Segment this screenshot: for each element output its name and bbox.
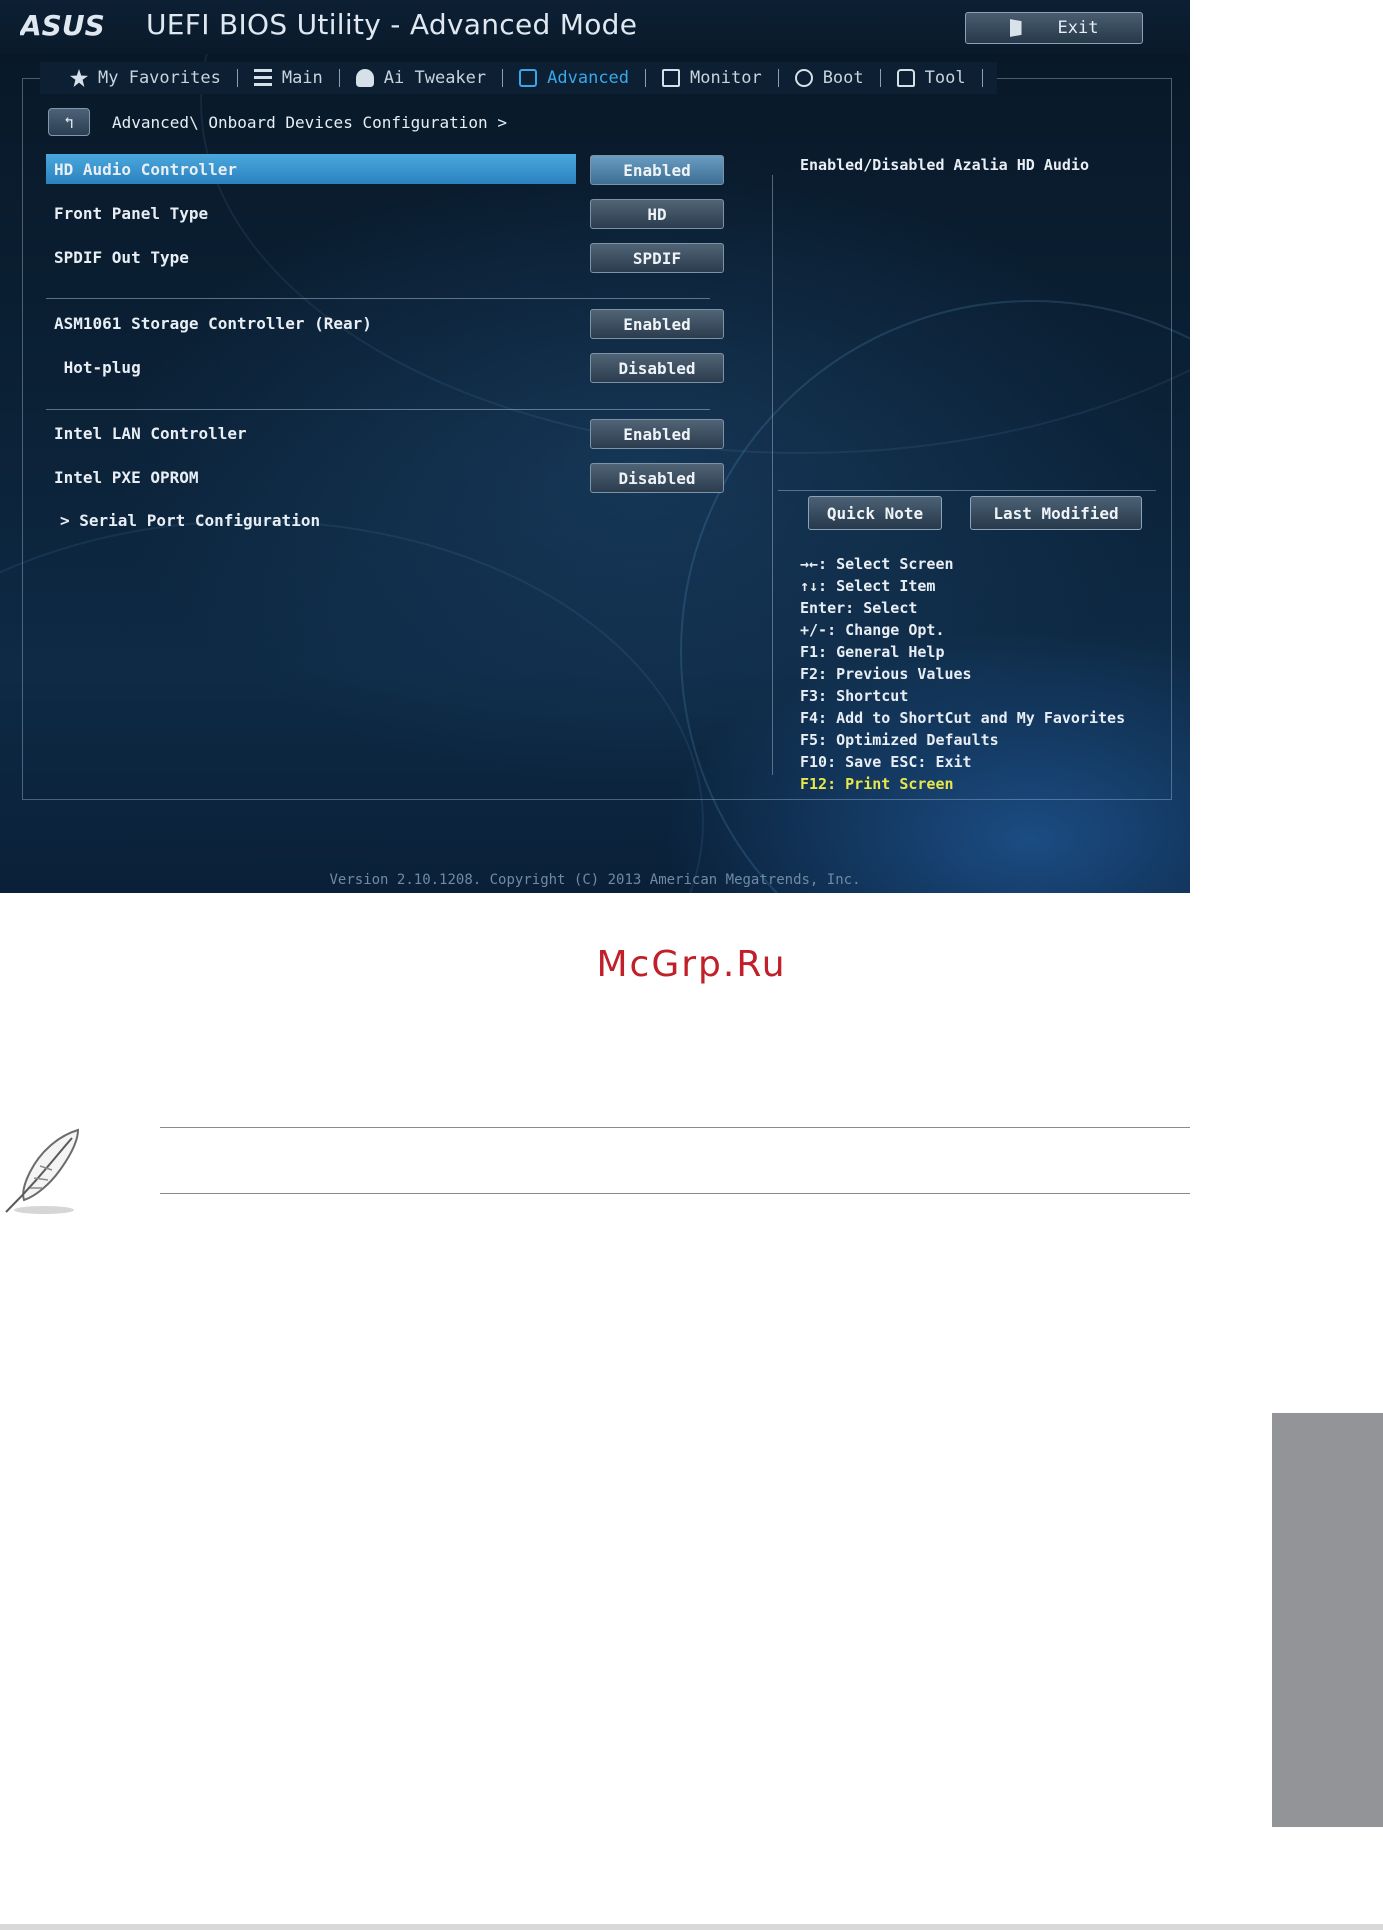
tab-tool[interactable]: Tool	[881, 62, 982, 94]
tab-my-favorites[interactable]: My Favorites	[54, 62, 237, 94]
value-intel-pxe-oprom[interactable]: Disabled	[590, 463, 724, 493]
svg-text:ASUS: ASUS	[20, 9, 105, 41]
advanced-icon	[519, 69, 538, 87]
key-hint: F3: Shortcut	[800, 687, 909, 705]
version-footer: Version 2.10.1208. Copyright (C) 2013 Am…	[329, 872, 861, 888]
bios-screenshot: ASUS UEFI BIOS Utility - Advanced Mode E…	[0, 0, 1190, 893]
tab-monitor[interactable]: Monitor	[646, 62, 778, 94]
title-bar: ASUS UEFI BIOS Utility - Advanced Mode E…	[0, 0, 1190, 54]
submenu-serial-port-configuration[interactable]: > Serial Port Configuration	[46, 505, 576, 535]
tab-label: Boot	[822, 68, 864, 88]
setting-asm1061-storage-controller[interactable]: ASM1061 Storage Controller (Rear)	[46, 308, 576, 338]
tab-boot[interactable]: Boot	[779, 62, 880, 94]
list-icon	[253, 69, 272, 87]
breadcrumb: ↰ Advanced\ Onboard Devices Configuratio…	[48, 108, 507, 136]
exit-label: Exit	[1057, 18, 1099, 38]
value-asm1061-storage-controller[interactable]: Enabled	[590, 309, 724, 339]
note-bottom-rule	[160, 1193, 1190, 1194]
tab-advanced[interactable]: Advanced	[503, 62, 645, 94]
star-icon	[70, 69, 88, 87]
tab-label: Tool	[924, 68, 966, 88]
value-intel-lan-controller[interactable]: Enabled	[590, 419, 724, 449]
key-legend: →←: Select Screen ↑↓: Select Item Enter:…	[800, 553, 1125, 795]
value-hd-audio-controller[interactable]: Enabled	[590, 155, 724, 185]
exit-door-icon	[1009, 19, 1022, 37]
setting-hd-audio-controller[interactable]: HD Audio Controller	[46, 154, 576, 184]
tab-label: Monitor	[690, 68, 762, 88]
setting-spdif-out-type[interactable]: SPDIF Out Type	[46, 242, 576, 272]
key-hint: ↑↓: Select Item	[800, 577, 936, 595]
key-hint: →←: Select Screen	[800, 555, 954, 573]
tab-ai-tweaker[interactable]: Ai Tweaker	[340, 62, 502, 94]
tab-label: Main	[281, 68, 323, 88]
value-hot-plug[interactable]: Disabled	[590, 353, 724, 383]
key-hint-print-screen: F12: Print Screen	[800, 775, 954, 793]
help-panel-divider	[772, 175, 773, 775]
window-title: UEFI BIOS Utility - Advanced Mode	[146, 8, 638, 41]
back-button[interactable]: ↰	[48, 108, 90, 136]
feather-icon	[5, 1128, 80, 1214]
tweaker-icon	[355, 69, 374, 87]
tab-main[interactable]: Main	[238, 62, 339, 94]
key-hint: Enter: Select	[800, 599, 918, 617]
value-spdif-out-type[interactable]: SPDIF	[590, 243, 724, 273]
menu-tabs: My Favorites Main Ai Tweaker Advanced Mo…	[40, 62, 997, 94]
monitor-icon	[662, 69, 681, 87]
key-hint: F4: Add to ShortCut and My Favorites	[800, 709, 1126, 727]
section-divider	[46, 409, 710, 410]
last-modified-button[interactable]: Last Modified	[970, 496, 1142, 530]
setting-front-panel-type[interactable]: Front Panel Type	[46, 198, 576, 228]
setting-intel-lan-controller[interactable]: Intel LAN Controller	[46, 418, 576, 448]
tool-icon	[896, 69, 915, 87]
quick-note-button[interactable]: Quick Note	[808, 496, 942, 530]
key-hint: F5: Optimized Defaults	[800, 731, 999, 749]
tab-separator	[981, 69, 983, 87]
page-footer-bar	[0, 1924, 1383, 1930]
exit-button[interactable]: Exit	[965, 12, 1143, 44]
chapter-side-tab	[1272, 1413, 1383, 1827]
tab-label: My Favorites	[98, 68, 221, 88]
note-top-rule	[160, 1127, 1190, 1128]
power-icon	[794, 69, 813, 87]
breadcrumb-path: Advanced\ Onboard Devices Configuration …	[112, 112, 507, 132]
setting-intel-pxe-oprom[interactable]: Intel PXE OPROM	[46, 462, 576, 492]
tab-label: Advanced	[547, 68, 630, 88]
key-hint: +/-: Change Opt.	[800, 621, 945, 639]
key-hint: F1: General Help	[800, 643, 945, 661]
setting-hot-plug[interactable]: Hot-plug	[46, 352, 576, 382]
help-description: Enabled/Disabled Azalia HD Audio	[800, 156, 1089, 174]
section-divider	[46, 298, 710, 299]
tab-label: Ai Tweaker	[383, 68, 487, 88]
watermark: McGrp.Ru	[596, 944, 787, 985]
value-front-panel-type[interactable]: HD	[590, 199, 724, 229]
help-separator	[778, 490, 1156, 491]
key-hint: F10: Save ESC: Exit	[800, 753, 972, 771]
asus-logo: ASUS	[20, 9, 105, 41]
key-hint: F2: Previous Values	[800, 665, 972, 683]
